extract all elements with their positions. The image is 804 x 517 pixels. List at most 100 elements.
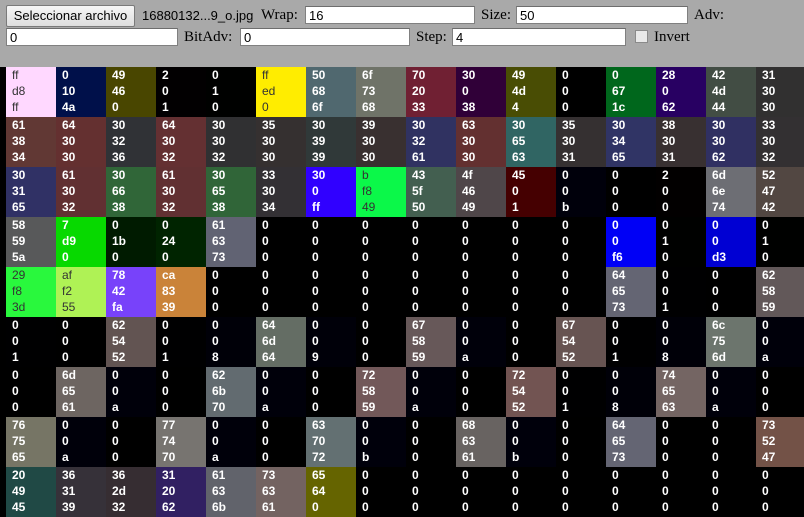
cell-value-r: 61 [212, 218, 226, 232]
cell-value-b: 0 [562, 500, 569, 514]
cell-value-r: 0 [412, 418, 419, 432]
cell-value-b: 0 [612, 500, 619, 514]
cell-value-r: 0 [512, 218, 519, 232]
cell-value-b: 9 [312, 350, 319, 364]
cell-value-b: 44 [712, 100, 726, 114]
cell-value-r: 0 [662, 318, 669, 332]
invert-label: Invert [654, 29, 690, 45]
cell-value-r: 30 [212, 118, 226, 132]
pixel-cell: 63 70 72 [306, 417, 356, 467]
step-input[interactable] [452, 28, 626, 46]
cell-value-r: 28 [662, 68, 676, 82]
cell-value-g: 34 [612, 134, 626, 148]
cell-value-r: 0 [462, 268, 469, 282]
cell-value-r: 65 [312, 468, 326, 482]
cell-value-r: 31 [162, 468, 176, 482]
cell-value-b: a [262, 400, 269, 414]
pixel-cell: 30 30 62 [706, 117, 756, 167]
cell-value-g: 75 [712, 334, 726, 348]
cell-value-g: 0 [412, 434, 419, 448]
bitadv-input[interactable] [240, 28, 410, 46]
pixel-cell: 62 54 52 [106, 317, 156, 367]
cell-value-g: 2d [112, 484, 127, 498]
cell-value-b: 0 [312, 300, 319, 314]
cell-value-g: 39 [312, 134, 326, 148]
adv-input[interactable] [6, 28, 178, 46]
cell-value-b: 0 [762, 400, 769, 414]
cell-value-r: 30 [212, 168, 226, 182]
size-input[interactable] [516, 6, 688, 24]
cell-value-r: 0 [762, 468, 769, 482]
cell-value-b: 6f [312, 100, 323, 114]
cell-value-r: ff [262, 68, 269, 82]
cell-value-g: 32 [412, 134, 426, 148]
cell-value-b: 61 [262, 500, 276, 514]
pixel-cell: 58 59 5a [6, 217, 56, 267]
cell-value-g: 63 [462, 434, 476, 448]
cell-value-b: 0 [262, 300, 269, 314]
pixel-cell: 6c 75 6d [706, 317, 756, 367]
pixel-cell: 0 0 0 [406, 267, 456, 317]
cell-value-g: 47 [762, 184, 776, 198]
cell-value-g: 0 [412, 384, 419, 398]
cell-value-b: 38 [462, 100, 476, 114]
cell-value-b: a [462, 350, 469, 364]
invert-checkbox[interactable] [635, 30, 648, 43]
cell-value-b: 3d [12, 300, 26, 314]
pixel-cell: 0 0 0 [406, 467, 456, 517]
cell-value-r: 43 [412, 168, 426, 182]
cell-value-r: 0 [362, 418, 369, 432]
choose-file-button[interactable]: Seleccionar archivo [6, 5, 135, 27]
cell-value-g: 30 [262, 134, 276, 148]
pixel-cell: 64 65 73 [606, 267, 656, 317]
cell-value-b: 32 [762, 150, 776, 164]
pixel-cell: 77 74 70 [156, 417, 206, 467]
cell-value-g: 0 [262, 284, 269, 298]
cell-value-g: 65 [212, 184, 226, 198]
pixel-cell: 33 30 34 [256, 167, 306, 217]
pixel-cell: 0 0 0 [506, 317, 556, 367]
cell-value-g: 6e [712, 184, 726, 198]
cell-value-b: 0 [62, 250, 69, 264]
pixel-cell: 78 42 fa [106, 267, 156, 317]
cell-value-g: 30 [262, 184, 276, 198]
pixel-cell: 0 0 a [756, 317, 804, 367]
cell-value-g: 65 [612, 284, 626, 298]
pixel-cell: 30 0 ff [306, 167, 356, 217]
cell-value-b: 65 [612, 150, 626, 164]
cell-value-r: 36 [62, 468, 76, 482]
cell-value-b: 1 [162, 100, 169, 114]
cell-value-b: 47 [762, 450, 776, 464]
cell-value-b: a [412, 400, 419, 414]
pixel-cell: 0 0 0 [456, 367, 506, 417]
cell-value-g: 4d [512, 84, 527, 98]
cell-value-r: 0 [462, 468, 469, 482]
cell-value-g: 0 [162, 384, 169, 398]
cell-value-g: d8 [12, 84, 26, 98]
cell-value-g: 54 [112, 334, 126, 348]
cell-value-r: 38 [662, 118, 676, 132]
pixel-cell: 0 1 0 [756, 217, 804, 267]
cell-value-g: 63 [212, 484, 226, 498]
pixel-cell: 0 0 8 [206, 317, 256, 367]
cell-value-r: 61 [162, 168, 176, 182]
cell-value-b: 30 [362, 150, 376, 164]
pixel-cell: b f8 49 [356, 167, 406, 217]
cell-value-g: 0 [112, 434, 119, 448]
cell-value-b: 0 [412, 500, 419, 514]
cell-value-b: 73 [612, 450, 626, 464]
cell-value-r: 78 [112, 268, 126, 282]
cell-value-b: 0 [212, 300, 219, 314]
pixel-cell: 0 0 0 [356, 217, 406, 267]
cell-value-b: 0 [512, 300, 519, 314]
pixel-cell: 0 0 a [406, 367, 456, 417]
cell-value-r: 6d [62, 368, 77, 382]
wrap-input[interactable] [305, 6, 475, 24]
cell-value-g: 0 [562, 234, 569, 248]
cell-value-b: 0 [462, 500, 469, 514]
cell-value-b: 61 [62, 400, 76, 414]
cell-value-r: 64 [612, 418, 626, 432]
pixel-cell: 0 0 0 [756, 367, 804, 417]
pixel-cell: 42 4d 44 [706, 67, 756, 117]
pixel-cell: 0 0 0 [356, 267, 406, 317]
